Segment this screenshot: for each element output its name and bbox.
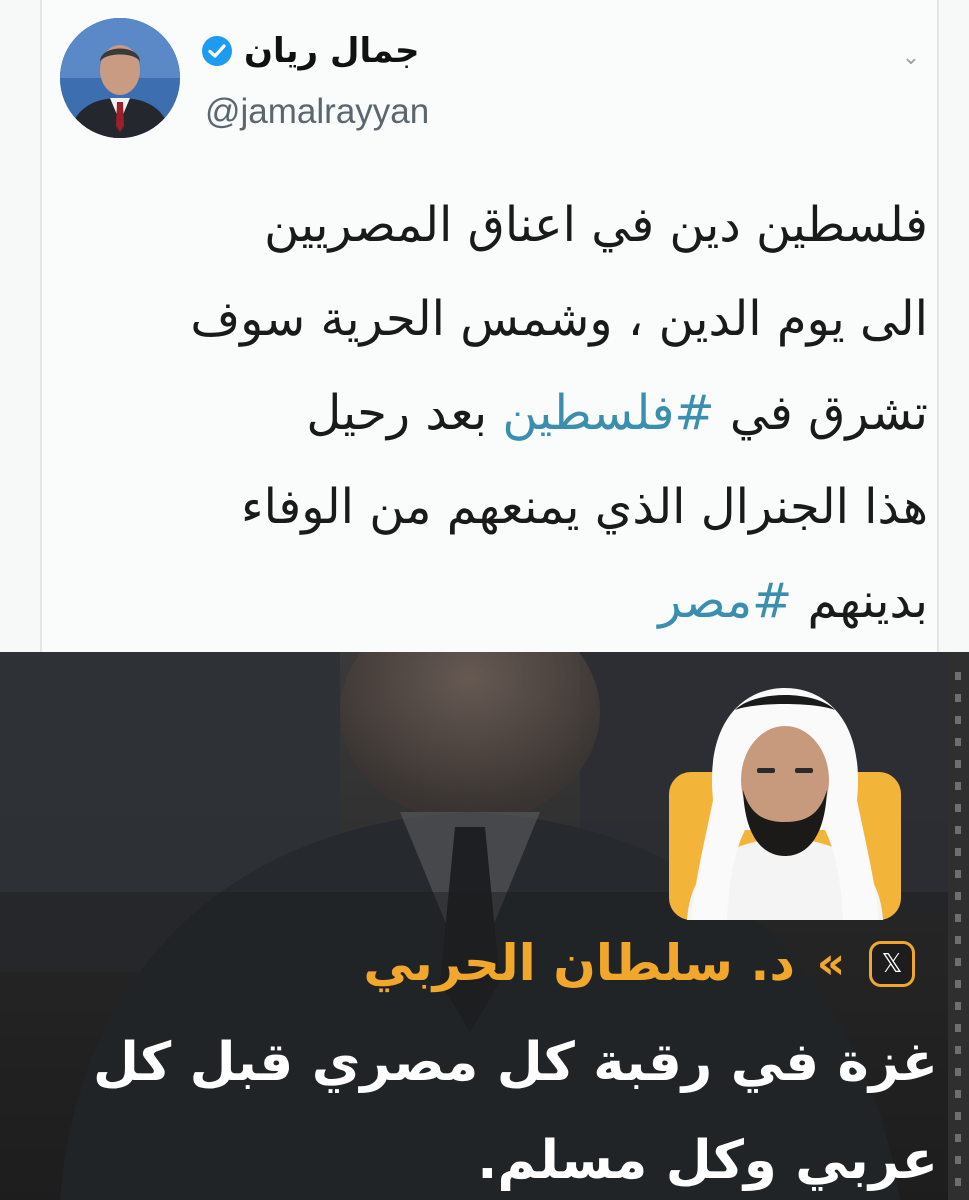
speaker-portrait [669, 688, 901, 920]
tweet-text-span: تشرق في [714, 385, 928, 441]
quote-line: عربي وكل مسلم. [477, 1130, 938, 1191]
user-handle[interactable]: @jamalrayyan [205, 92, 429, 132]
side-dots [955, 672, 961, 1192]
display-name[interactable]: جمال ريان [244, 31, 420, 71]
news-quote-card: 𝕏 « د. سلطان الحربي غزة في رقبة كل مصري … [0, 652, 969, 1200]
profile-avatar[interactable] [60, 18, 180, 138]
chevron-down-icon[interactable]: ⌄ [897, 44, 925, 72]
quote-line: غزة في رقبة كل مصري قبل كل [93, 1032, 938, 1093]
tweet-line: الى يوم الدين ، وشمس الحرية سوف [60, 272, 928, 366]
tweet-card: جمال ريان @jamalrayyan ⌄ فلسطين دين في ا… [0, 0, 969, 652]
x-logo-icon: 𝕏 [869, 941, 915, 987]
tweet-body: فلسطين دين في اعناق المصريين الى يوم الد… [60, 178, 928, 648]
quote-text: غزة في رقبة كل مصري قبل كل عربي وكل مسلم… [20, 1014, 938, 1200]
tweet-line: هذا الجنرال الذي يمنعهم من الوفاء [60, 460, 928, 554]
tweet-line: تشرق في #فلسطين بعد رحيل [60, 366, 928, 460]
hashtag-link[interactable]: #فلسطين [502, 385, 714, 441]
tweet-text-span: فلسطين دين في اعناق المصريين [264, 197, 928, 253]
verified-badge-icon [202, 36, 232, 66]
tweet-line: بدينهم #مصر [60, 554, 928, 648]
tweet-text-span: الى يوم الدين ، وشمس الحرية سوف [190, 291, 928, 347]
hashtag-link[interactable]: #مصر [658, 573, 792, 629]
tweet-text-span: هذا الجنرال الذي يمنعهم من الوفاء [241, 479, 928, 535]
screenshot-collage: جمال ريان @jamalrayyan ⌄ فلسطين دين في ا… [0, 0, 969, 1200]
double-chevron-icon: « [816, 938, 846, 989]
tweet-text-span: بعد رحيل [306, 385, 503, 441]
tweet-text-span: بدينهم [792, 573, 928, 629]
speaker-name: د. سلطان الحربي [363, 934, 795, 992]
tweet-author-row: جمال ريان [200, 26, 420, 76]
tweet-line: فلسطين دين في اعناق المصريين [60, 178, 928, 272]
